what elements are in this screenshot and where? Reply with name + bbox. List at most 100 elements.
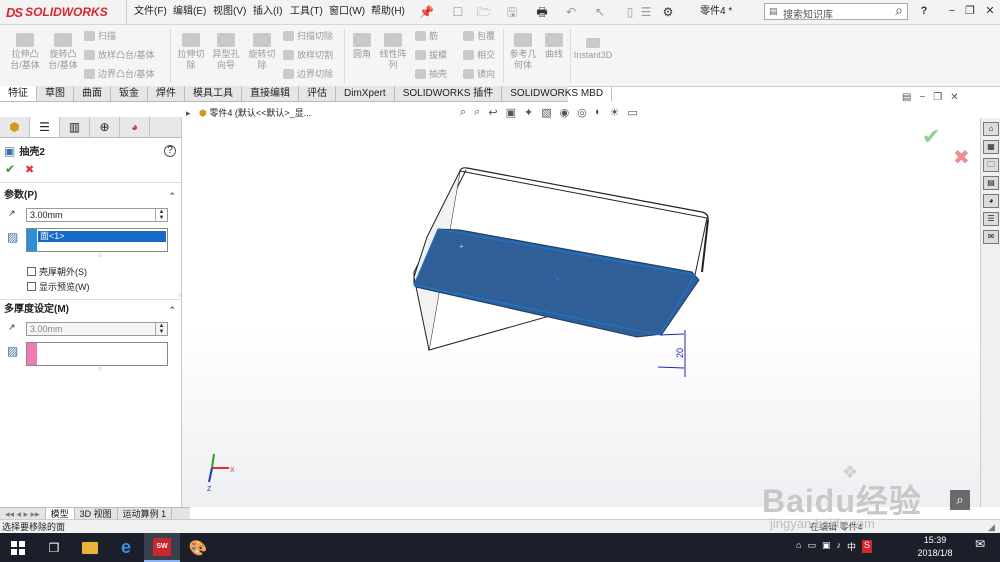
save-icon[interactable]: 🖫 — [504, 4, 520, 20]
tab-sketch[interactable]: 草图 — [37, 86, 74, 101]
section-view-icon[interactable]: ▣ — [506, 106, 516, 119]
curves-button[interactable]: 曲线 — [540, 33, 568, 60]
show-preview-checkbox[interactable] — [27, 282, 36, 291]
solidworks-resources-icon[interactable]: ⌂ — [983, 122, 999, 136]
multi-thickness-spinner[interactable]: ▲ ▼ — [155, 323, 167, 335]
close-icon[interactable]: ✕ — [982, 3, 998, 19]
zoom-to-fit-icon[interactable]: ⌕ — [460, 106, 466, 119]
tab-dimxpert[interactable]: DimXpert — [336, 86, 395, 101]
search-input[interactable]: ▤ 搜索知识库 ⌕ — [764, 2, 908, 21]
panel-splitter-handle[interactable]: ○ — [178, 292, 182, 299]
appearances-icon[interactable]: ◕ — [983, 194, 999, 208]
menu-help[interactable]: 帮助(H) — [371, 0, 405, 24]
viewport-restore-icon[interactable]: ❐ — [933, 92, 942, 103]
configuration-manager-tab-icon[interactable]: ▥ — [60, 117, 90, 137]
notification-center-icon[interactable]: ✉ — [975, 537, 985, 551]
boundary-cut-button[interactable]: 边界切除 — [283, 67, 333, 81]
select-pointer-icon[interactable]: ↖ — [592, 4, 608, 20]
thickness-input[interactable]: 3.00mm ▲ ▼ — [26, 208, 168, 222]
tab-sheet-metal[interactable]: 钣金 — [111, 86, 148, 101]
shell-button[interactable]: 抽壳 — [415, 67, 447, 81]
rebuild-icon[interactable]: ▯ — [622, 4, 638, 20]
show-preview-row[interactable]: 显示预览(W) — [27, 280, 90, 293]
extruded-cut-button[interactable]: 拉伸切 除 — [174, 33, 208, 71]
menu-insert[interactable]: 插入(I) — [253, 0, 282, 24]
open-folder-icon[interactable]: 🗁 — [476, 4, 492, 20]
mirror-button[interactable]: 镜向 — [463, 67, 495, 81]
undo-icon[interactable]: ↶ — [563, 4, 579, 20]
network-icon[interactable]: ▣ — [822, 540, 831, 553]
rib-button[interactable]: 筋 — [415, 29, 447, 43]
loft-boss-button[interactable]: 放样凸台/基体 — [84, 48, 155, 62]
model-view[interactable]: + ↘ 20 X Z — [182, 102, 980, 507]
battery-icon[interactable]: ▭ — [807, 540, 816, 553]
shell-outward-checkbox[interactable] — [27, 267, 36, 276]
collapse-chevron-icon[interactable]: ⌃ — [168, 189, 176, 203]
multi-thickness-input[interactable]: 3.00mm ▲ ▼ — [26, 322, 168, 336]
design-library-icon[interactable]: ▦ — [983, 140, 999, 154]
revolved-boss-button[interactable]: 旋转凸 台/基体 — [44, 33, 82, 71]
viewport-breadcrumb[interactable]: ▸ ⬢ 零件4 (默认<<默认>_显... — [186, 106, 311, 120]
instant3d-button[interactable]: Instant3D — [572, 38, 614, 61]
parameters-section-header[interactable]: 参数(P) ⌃ — [4, 189, 176, 203]
new-document-icon[interactable]: ☐ — [450, 4, 466, 20]
multi-thickness-section-header[interactable]: 多厚度设定(M) ⌃ — [4, 303, 176, 317]
confirm-cancel-icon[interactable]: ✖ — [953, 145, 970, 170]
windows-start-icon[interactable] — [0, 533, 36, 562]
paint-app-icon[interactable]: 🎨 — [180, 533, 216, 562]
hole-wizard-button[interactable]: 异型孔 向导 — [208, 33, 244, 71]
view-orientation-icon[interactable]: ▧ — [541, 106, 551, 119]
dimension-value[interactable]: 20 — [675, 348, 685, 358]
file-properties-icon[interactable]: ☰ — [638, 4, 654, 20]
lofted-cut-button[interactable]: 放样切割 — [283, 48, 333, 62]
tab-addins[interactable]: SOLIDWORKS 插件 — [395, 86, 503, 101]
help-icon[interactable]: ? — [916, 3, 932, 19]
security-app-icon[interactable]: S — [861, 540, 872, 553]
help-circle-icon[interactable]: ? — [164, 144, 176, 157]
resize-handle[interactable]: ○ — [98, 366, 102, 373]
sweep-button[interactable]: 扫描 — [84, 29, 155, 43]
multi-thickness-faces-list[interactable] — [26, 342, 168, 366]
resize-handle[interactable]: ○ — [98, 252, 102, 259]
menu-edit[interactable]: 编辑(E) — [173, 0, 206, 24]
face-list-item[interactable]: 面<1> — [38, 231, 166, 242]
fillet-button[interactable]: 圆角 — [348, 33, 376, 60]
display-manager-tab-icon[interactable]: ◕ — [120, 117, 150, 137]
hide-show-icon[interactable]: ◎ — [577, 106, 587, 119]
tab-features[interactable]: 特征 — [0, 86, 37, 101]
tab-weldments[interactable]: 焊件 — [148, 86, 185, 101]
menu-tools[interactable]: 工具(T) — [290, 0, 323, 24]
confirm-ok-icon[interactable]: ✔ — [922, 124, 940, 150]
custom-properties-icon[interactable]: ☰ — [983, 212, 999, 226]
clock[interactable]: 15:39 2018/1/8 — [905, 534, 965, 562]
shell-outward-row[interactable]: 壳厚朝外(S) — [27, 265, 87, 278]
collapse-chevron-icon[interactable]: ⌃ — [168, 303, 176, 317]
faces-to-remove-list[interactable]: 面<1> — [26, 228, 168, 252]
ok-check-icon[interactable]: ✔ — [5, 162, 15, 176]
pin-icon[interactable]: 📌 — [419, 5, 434, 19]
tab-direct-editing[interactable]: 直接编辑 — [242, 86, 299, 101]
search-icon[interactable]: ⌕ — [895, 2, 903, 19]
previous-view-icon[interactable]: ↩ — [488, 106, 497, 119]
volume-icon[interactable]: ♪ — [836, 540, 841, 553]
file-explorer-icon[interactable]: 🗀 — [983, 158, 999, 172]
dimxpert-manager-tab-icon[interactable]: ⊕ — [90, 117, 120, 137]
thickness-spinner[interactable]: ▲ ▼ — [155, 209, 167, 221]
revolved-cut-button[interactable]: 旋转切 除 — [244, 33, 280, 71]
restore-icon[interactable]: ❐ — [962, 3, 978, 19]
draft-button[interactable]: 拔模 — [415, 48, 447, 62]
collapse-panel-icon[interactable]: ▤ — [902, 92, 911, 103]
solidworks-taskbar-icon[interactable]: SW — [144, 533, 180, 562]
view-palette-icon[interactable]: ▤ — [983, 176, 999, 190]
task-view-icon[interactable]: ❐ — [36, 533, 72, 562]
linear-pattern-button[interactable]: 线性阵 列 — [376, 33, 410, 71]
options-gear-icon[interactable]: ⚙ — [660, 4, 676, 20]
forum-icon[interactable]: ✉ — [983, 230, 999, 244]
viewport-close-icon[interactable]: ✕ — [950, 92, 958, 103]
file-explorer-taskbar-icon[interactable] — [72, 533, 108, 562]
reference-geometry-button[interactable]: 参考几 何体 — [506, 33, 540, 71]
dynamic-annotation-icon[interactable]: ✦ — [524, 106, 533, 119]
solidworks-logo[interactable]: DS SOLIDWORKS — [0, 0, 116, 24]
minimize-icon[interactable]: − — [944, 3, 960, 19]
view-settings-icon[interactable]: ▭ — [627, 106, 637, 119]
